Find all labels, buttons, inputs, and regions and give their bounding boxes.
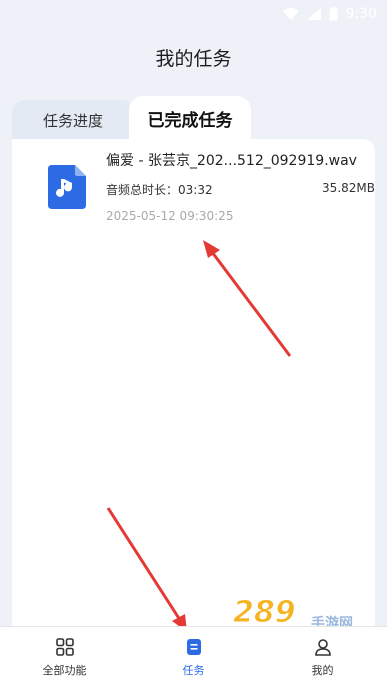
nav-all-functions[interactable]: 全部功能	[0, 627, 129, 688]
task-file-name: 偏爱 - 张芸京_202...512_092919.wav	[106, 153, 357, 169]
tab-task-progress[interactable]: 任务进度	[12, 100, 134, 140]
nav-label: 任务	[182, 663, 205, 677]
nav-label: 全部功能	[42, 663, 87, 677]
tab-bar: 任务进度 已完成任务	[12, 96, 375, 140]
nav-label: 我的	[311, 663, 334, 677]
task-timestamp: 2025-05-12 09:30:25	[106, 209, 234, 223]
watermark-text: 289	[233, 595, 296, 630]
page-title: 我的任务	[155, 48, 232, 70]
tab-completed-tasks[interactable]: 已完成任务	[129, 96, 251, 140]
task-item[interactable]: 偏爱 - 张芸京_202...512_092919.wav 音频总时长：03:3…	[12, 139, 375, 239]
task-file-size: 35.82MB	[322, 181, 375, 195]
user-icon	[314, 638, 331, 656]
task-icon	[186, 638, 201, 655]
bottom-nav: 全部功能 任务 我的	[0, 626, 387, 688]
status-time: 9:30	[345, 6, 377, 22]
nav-tasks[interactable]: 任务	[129, 627, 258, 688]
music-file-icon	[48, 165, 86, 209]
battery-icon	[329, 7, 338, 21]
wifi-icon	[282, 8, 299, 20]
status-bar: 9:30	[0, 0, 387, 28]
completed-task-list: 偏爱 - 张芸京_202...512_092919.wav 音频总时长：03:3…	[12, 139, 375, 626]
signal-icon	[306, 8, 321, 20]
grid-icon	[55, 637, 74, 656]
nav-profile[interactable]: 我的	[258, 627, 387, 688]
task-duration: 音频总时长：03:32	[106, 183, 213, 197]
